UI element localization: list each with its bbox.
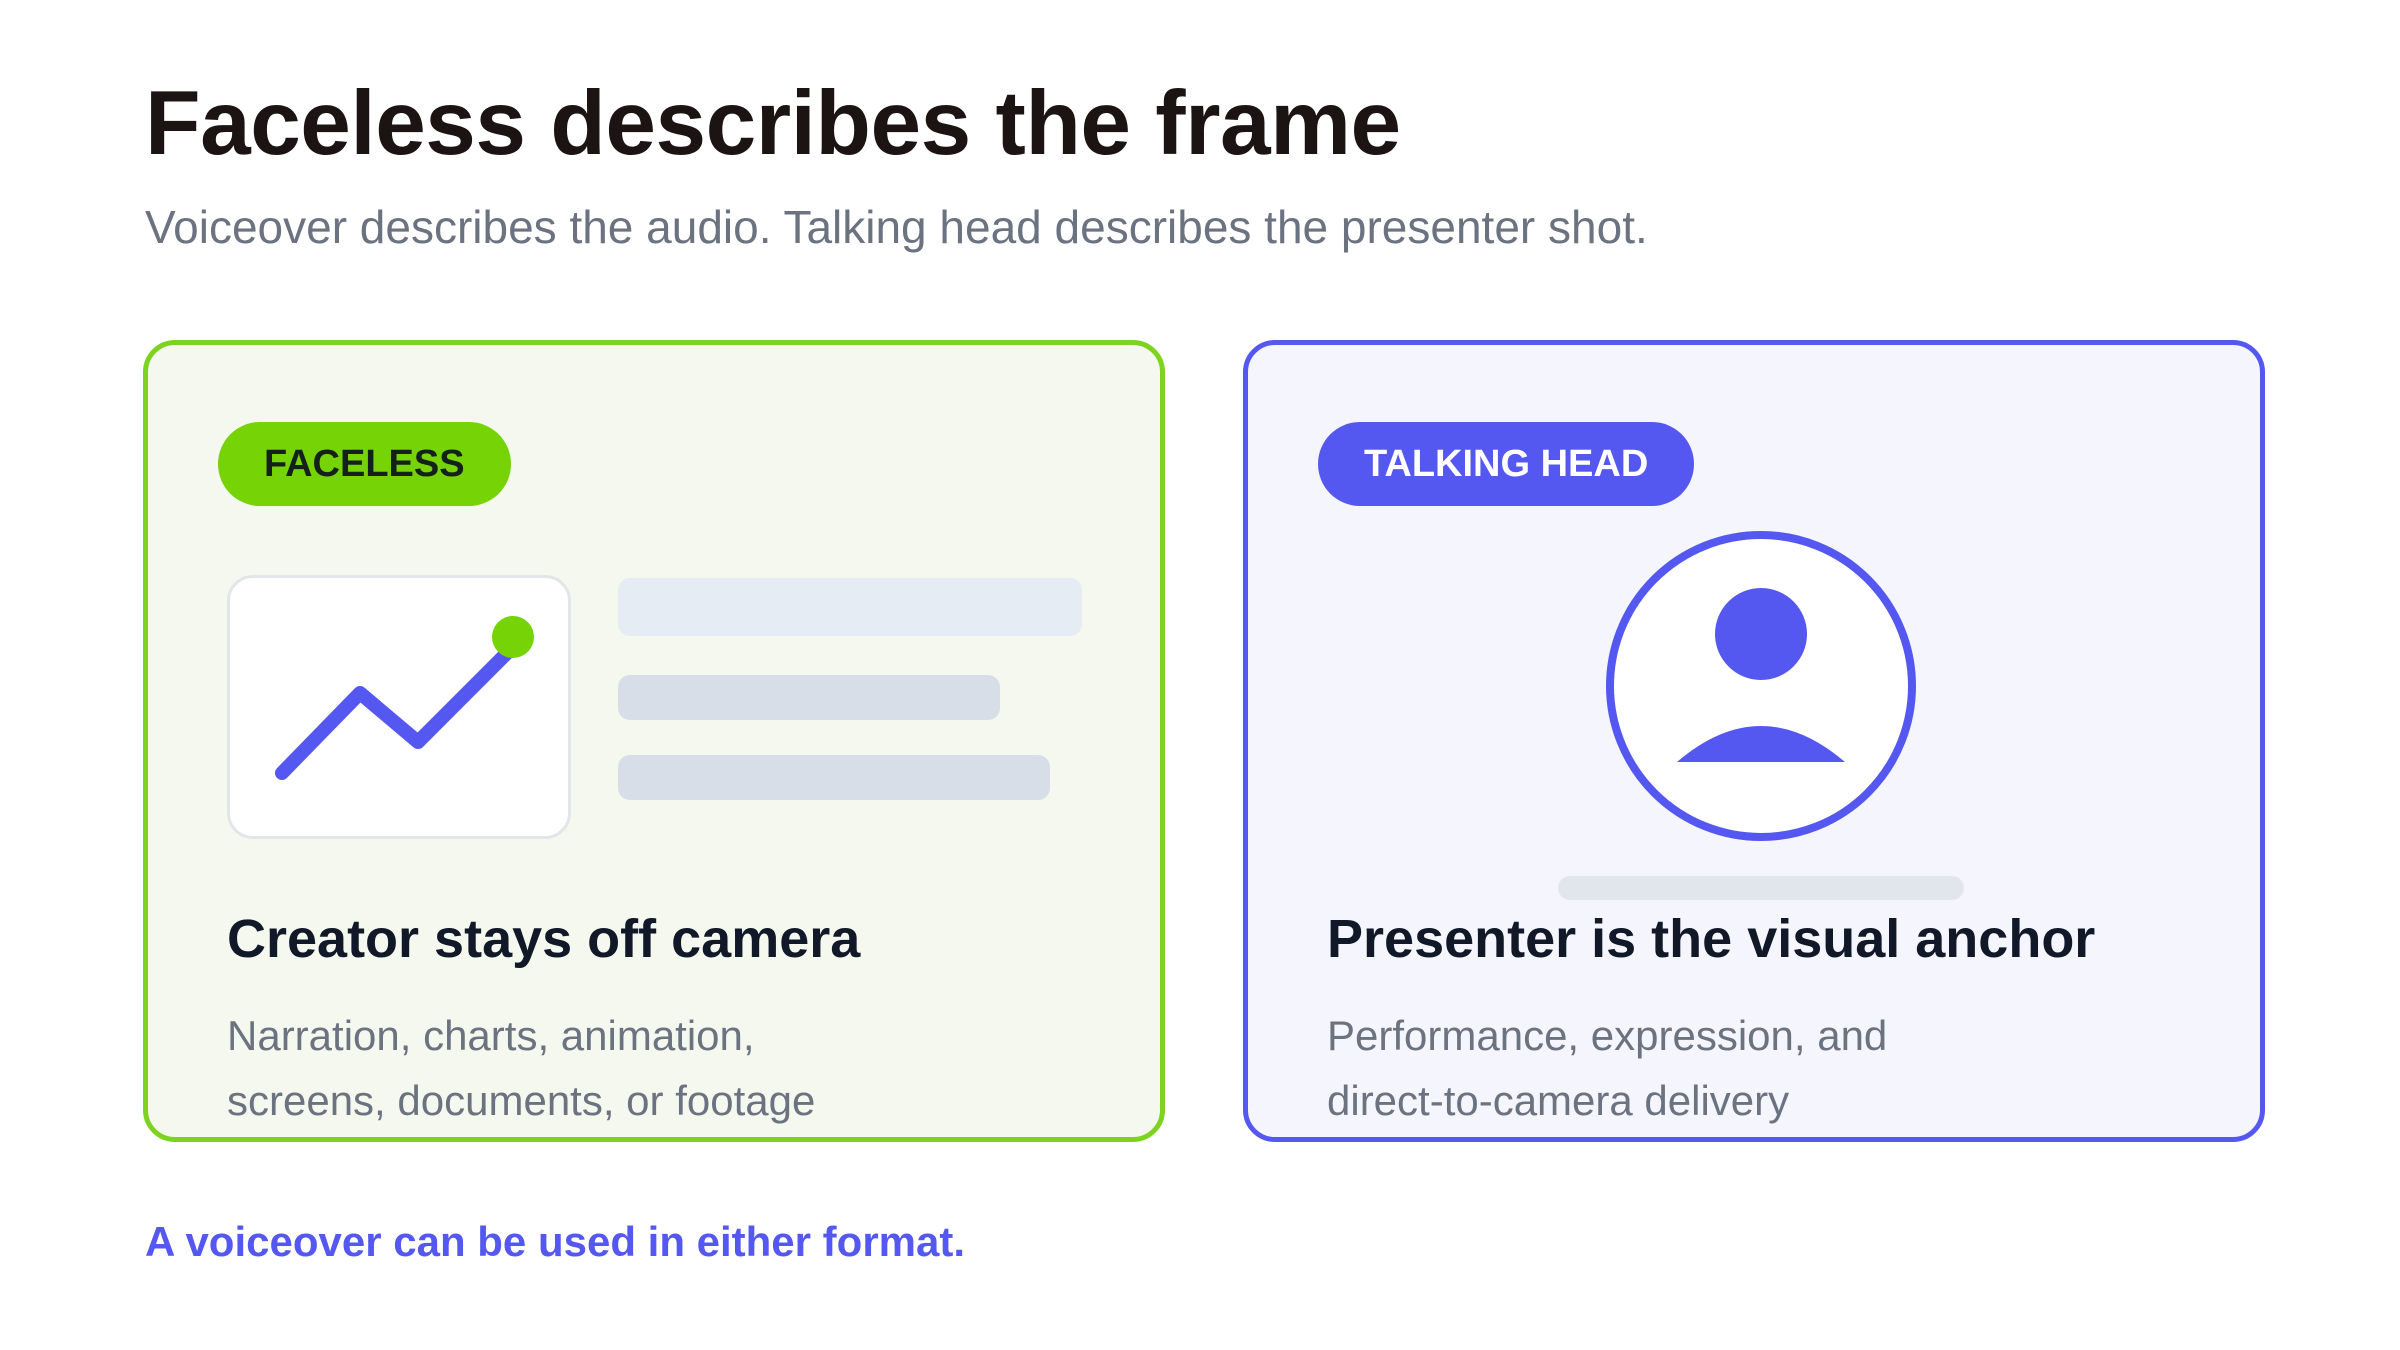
person-avatar-icon	[1606, 531, 1916, 841]
description-line: Narration, charts, animation,	[227, 1012, 755, 1059]
faceless-card: FACELESS Creator stays off camera Narrat…	[143, 340, 1165, 1142]
description-line: Performance, expression, and	[1327, 1012, 1888, 1059]
talking-head-description: Performance, expression, and direct-to-c…	[1327, 1003, 1887, 1133]
text-placeholder-bar	[618, 755, 1050, 800]
chart-trend-line	[275, 640, 520, 780]
faceless-description: Narration, charts, animation, screens, d…	[227, 1003, 815, 1133]
chart-end-dot	[492, 616, 534, 658]
line-chart-icon	[227, 575, 571, 839]
talking-head-card: TALKING HEAD Presenter is the visual anc…	[1243, 340, 2265, 1142]
text-placeholder-bar	[618, 578, 1082, 636]
page-subtitle: Voiceover describes the audio. Talking h…	[145, 201, 1648, 253]
avatar-ring	[1606, 531, 1916, 841]
description-line: screens, documents, or footage	[227, 1077, 816, 1124]
faceless-badge: FACELESS	[218, 422, 511, 506]
footnote: A voiceover can be used in either format…	[145, 1218, 966, 1265]
talking-head-badge: TALKING HEAD	[1318, 422, 1695, 506]
line-chart-graphic	[275, 616, 534, 780]
talking-head-heading: Presenter is the visual anchor	[1327, 909, 2096, 969]
caption-placeholder-bar	[1558, 876, 1964, 900]
text-placeholder-bar	[618, 675, 1000, 720]
description-line: direct-to-camera delivery	[1327, 1077, 1790, 1124]
faceless-heading: Creator stays off camera	[227, 909, 861, 969]
page-title: Faceless describes the frame	[145, 73, 1401, 174]
avatar-head	[1715, 588, 1807, 680]
